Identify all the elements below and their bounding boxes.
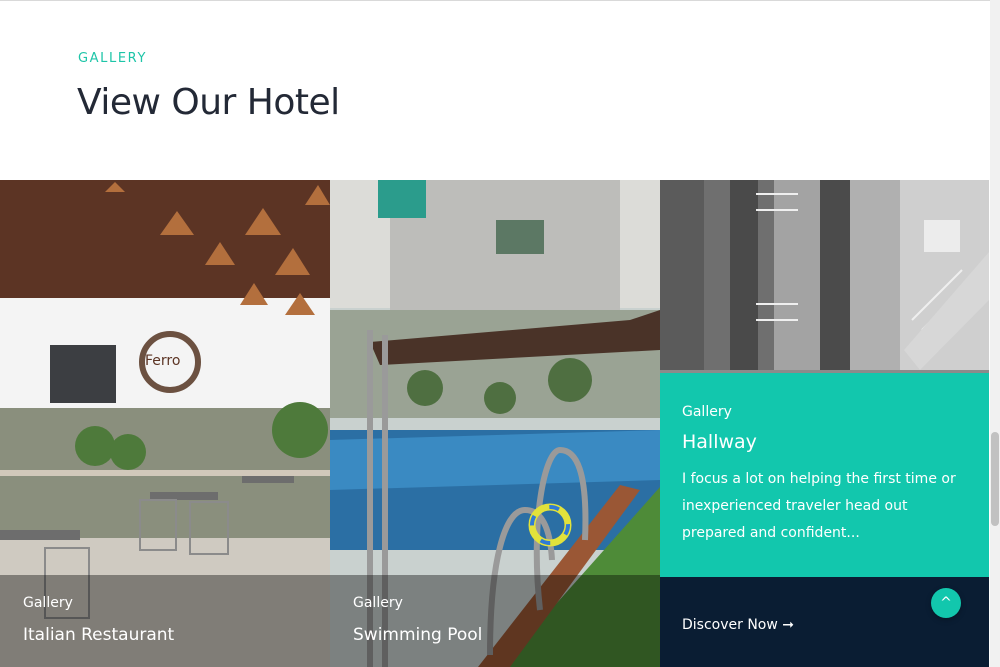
hallway-feature-box: Gallery Hallway I focus a lot on helping… <box>660 373 989 577</box>
card-title[interactable]: Swimming Pool <box>353 625 482 645</box>
gallery-grid: Ferro Gallery Italian Restaurant Gallery… <box>0 180 989 667</box>
page-scrollbar[interactable] <box>990 0 1000 667</box>
card-title[interactable]: Hallway <box>682 431 757 453</box>
discover-now-link[interactable]: Discover Now ➞ <box>682 617 794 633</box>
card-category: Gallery <box>23 595 73 611</box>
section-title: View Our Hotel <box>77 82 340 123</box>
gallery-card-pool[interactable]: Gallery Swimming Pool <box>330 180 660 667</box>
chevron-up-icon: ^ <box>940 595 952 611</box>
card-title[interactable]: Italian Restaurant <box>23 625 174 645</box>
restaurant-caption: Gallery Italian Restaurant <box>0 575 330 667</box>
card-category: Gallery <box>353 595 403 611</box>
svg-text:Ferro: Ferro <box>145 353 180 369</box>
card-category: Gallery <box>682 404 732 420</box>
gallery-card-restaurant[interactable]: Ferro Gallery Italian Restaurant <box>0 180 330 667</box>
section-eyebrow: GALLERY <box>78 51 148 66</box>
top-border <box>0 0 990 4</box>
scroll-top-button[interactable]: ^ <box>931 588 961 618</box>
card-description: I focus a lot on helping the first time … <box>682 471 956 541</box>
pool-caption: Gallery Swimming Pool <box>330 575 660 667</box>
scrollbar-thumb[interactable] <box>991 432 999 526</box>
